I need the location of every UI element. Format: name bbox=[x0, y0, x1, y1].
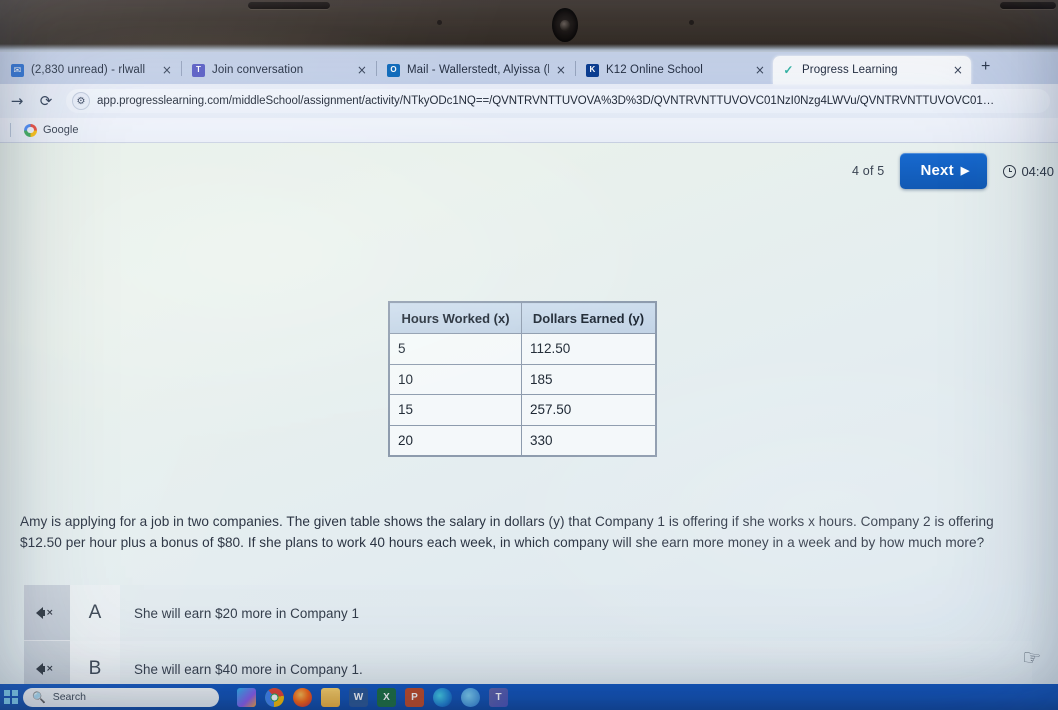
windows-taskbar: 🔍 Search W X P T bbox=[0, 684, 1058, 710]
answer-choice-list: × A She will earn $20 more in Company 1 … bbox=[24, 585, 1032, 684]
browser-tab-1[interactable]: Join conversation × bbox=[183, 56, 375, 84]
question-stem: Amy is applying for a job in two compani… bbox=[20, 514, 994, 550]
activity-page: 4 of 5 Next ▶ 04:40 Hours Worked (x) Dol… bbox=[0, 143, 1058, 684]
tab-close-icon[interactable]: × bbox=[953, 64, 963, 76]
activity-header: 4 of 5 Next ▶ 04:40 bbox=[852, 153, 1058, 189]
table-row: 20 330 bbox=[389, 424, 656, 456]
tab-close-icon[interactable]: × bbox=[556, 64, 566, 76]
mail-icon bbox=[11, 63, 24, 77]
browser-tab-0[interactable]: (2,830 unread) - rlwallerstedt × bbox=[2, 56, 180, 84]
salary-table: Hours Worked (x) Dollars Earned (y) 5 11… bbox=[388, 301, 657, 457]
clock-icon bbox=[1003, 164, 1017, 178]
forward-arrow-icon[interactable]: → bbox=[8, 92, 26, 110]
table-header-dollars: Dollars Earned (y) bbox=[521, 302, 656, 334]
table-header-hours: Hours Worked (x) bbox=[389, 302, 522, 334]
browser-toolbar: → ⟳ ⚙ app.progresslearning.com/middleSch… bbox=[0, 84, 1058, 118]
k12-icon bbox=[586, 63, 599, 77]
browser-tab-title: Mail - Wallerstedt, Alyissa (l bbox=[407, 64, 549, 76]
chrome-icon[interactable] bbox=[265, 687, 284, 707]
table-row: 15 257.50 bbox=[389, 394, 656, 426]
search-placeholder: Search bbox=[52, 691, 86, 703]
answer-text: She will earn $40 more in Company 1. bbox=[134, 661, 363, 677]
table-cell-dollars: 257.50 bbox=[521, 394, 656, 426]
browser-tab-title: Progress Learning bbox=[802, 64, 898, 76]
new-tab-button[interactable]: + bbox=[971, 58, 1000, 78]
tab-close-icon[interactable]: × bbox=[755, 64, 765, 76]
browser-tab-title: (2,830 unread) - rlwallerstedt bbox=[31, 64, 145, 76]
bookmarks-bar: Google bbox=[0, 118, 1058, 143]
mouse-cursor-hand-icon: ☞ bbox=[1020, 644, 1043, 672]
next-button-label: Next bbox=[920, 162, 954, 179]
browser-tab-strip: (2,830 unread) - rlwallerstedt × Join co… bbox=[0, 52, 1058, 84]
webcam-icon bbox=[552, 8, 578, 42]
edge-icon[interactable] bbox=[433, 687, 452, 707]
address-bar-url: app.progresslearning.com/middleSchool/as… bbox=[97, 95, 995, 107]
laptop-photo: (2,830 unread) - rlwallerstedt × Join co… bbox=[0, 0, 1058, 710]
table-cell-hours: 5 bbox=[389, 333, 522, 365]
windows-start-icon[interactable] bbox=[4, 690, 18, 704]
countdown-timer: 04:40 bbox=[1003, 164, 1054, 179]
google-icon bbox=[24, 123, 37, 137]
answer-choice-a[interactable]: × A She will earn $20 more in Company 1 bbox=[24, 585, 1032, 641]
table-row: 5 112.50 bbox=[389, 333, 656, 365]
powerpoint-icon[interactable]: P bbox=[405, 687, 424, 707]
table-header-row: Hours Worked (x) Dollars Earned (y) bbox=[389, 302, 656, 334]
bezel-mic-hole-left bbox=[437, 20, 442, 25]
taskbar-search-box[interactable]: 🔍 Search bbox=[23, 687, 219, 707]
bookmark-label: Google bbox=[43, 124, 79, 136]
chrome-browser-window: (2,830 unread) - rlwallerstedt × Join co… bbox=[0, 52, 1058, 684]
table-row: 10 185 bbox=[389, 363, 656, 395]
next-button[interactable]: Next ▶ bbox=[900, 153, 988, 189]
taskbar-app-list: W X P T bbox=[237, 687, 508, 707]
teams-icon[interactable]: T bbox=[489, 687, 508, 707]
tab-close-icon[interactable]: × bbox=[357, 64, 367, 76]
chrome-alt-icon[interactable] bbox=[461, 687, 480, 707]
firefox-icon[interactable] bbox=[293, 687, 312, 707]
reload-icon[interactable]: ⟳ bbox=[37, 92, 55, 110]
word-icon[interactable]: W bbox=[349, 687, 368, 707]
answer-letter: A bbox=[70, 585, 120, 641]
answer-letter: B bbox=[70, 641, 120, 684]
excel-icon[interactable]: X bbox=[377, 687, 396, 707]
browser-tab-2[interactable]: Mail - Wallerstedt, Alyissa (l × bbox=[378, 56, 574, 84]
table-cell-hours: 20 bbox=[389, 424, 522, 456]
browser-tab-4-active[interactable]: Progress Learning × bbox=[773, 56, 971, 84]
bezel-speaker-grille-right bbox=[1000, 2, 1056, 9]
bookmark-divider bbox=[10, 123, 11, 137]
progress-learning-icon bbox=[782, 64, 795, 77]
table-cell-hours: 15 bbox=[389, 394, 522, 426]
answer-text: She will earn $20 more in Company 1 bbox=[134, 605, 360, 621]
speaker-mute-icon[interactable]: × bbox=[24, 585, 70, 641]
speaker-mute-icon[interactable]: × bbox=[24, 641, 70, 684]
teams-icon bbox=[192, 63, 205, 77]
timer-value: 04:40 bbox=[1021, 163, 1054, 179]
search-icon: 🔍 bbox=[32, 690, 46, 704]
laptop-bezel bbox=[0, 0, 1058, 55]
bookmark-google[interactable]: Google bbox=[18, 123, 84, 137]
tab-separator bbox=[181, 60, 182, 76]
table-cell-dollars: 330 bbox=[521, 424, 656, 456]
question-counter: 4 of 5 bbox=[851, 164, 885, 178]
address-bar[interactable]: ⚙ app.progresslearning.com/middleSchool/… bbox=[66, 89, 1050, 113]
bezel-mic-hole-right bbox=[689, 20, 694, 25]
file-explorer-icon[interactable] bbox=[321, 687, 340, 707]
tab-close-icon[interactable]: × bbox=[162, 64, 172, 76]
tune-icon[interactable]: ⚙ bbox=[72, 92, 90, 110]
browser-tab-title: Join conversation bbox=[212, 64, 304, 76]
bezel-speaker-grille-left bbox=[248, 2, 330, 9]
tab-separator bbox=[376, 60, 377, 76]
tab-separator bbox=[575, 60, 576, 76]
answer-choice-b[interactable]: × B She will earn $40 more in Company 1. bbox=[24, 641, 1032, 684]
play-caret-icon: ▶ bbox=[960, 165, 970, 177]
table-cell-dollars: 112.50 bbox=[521, 333, 656, 365]
table-cell-hours: 10 bbox=[389, 363, 522, 395]
outlook-icon bbox=[387, 63, 400, 77]
table-cell-dollars: 185 bbox=[521, 363, 656, 395]
browser-tab-title: K12 Online School bbox=[606, 64, 703, 76]
copilot-icon[interactable] bbox=[237, 687, 256, 707]
browser-tab-3[interactable]: K12 Online School × bbox=[577, 56, 773, 84]
